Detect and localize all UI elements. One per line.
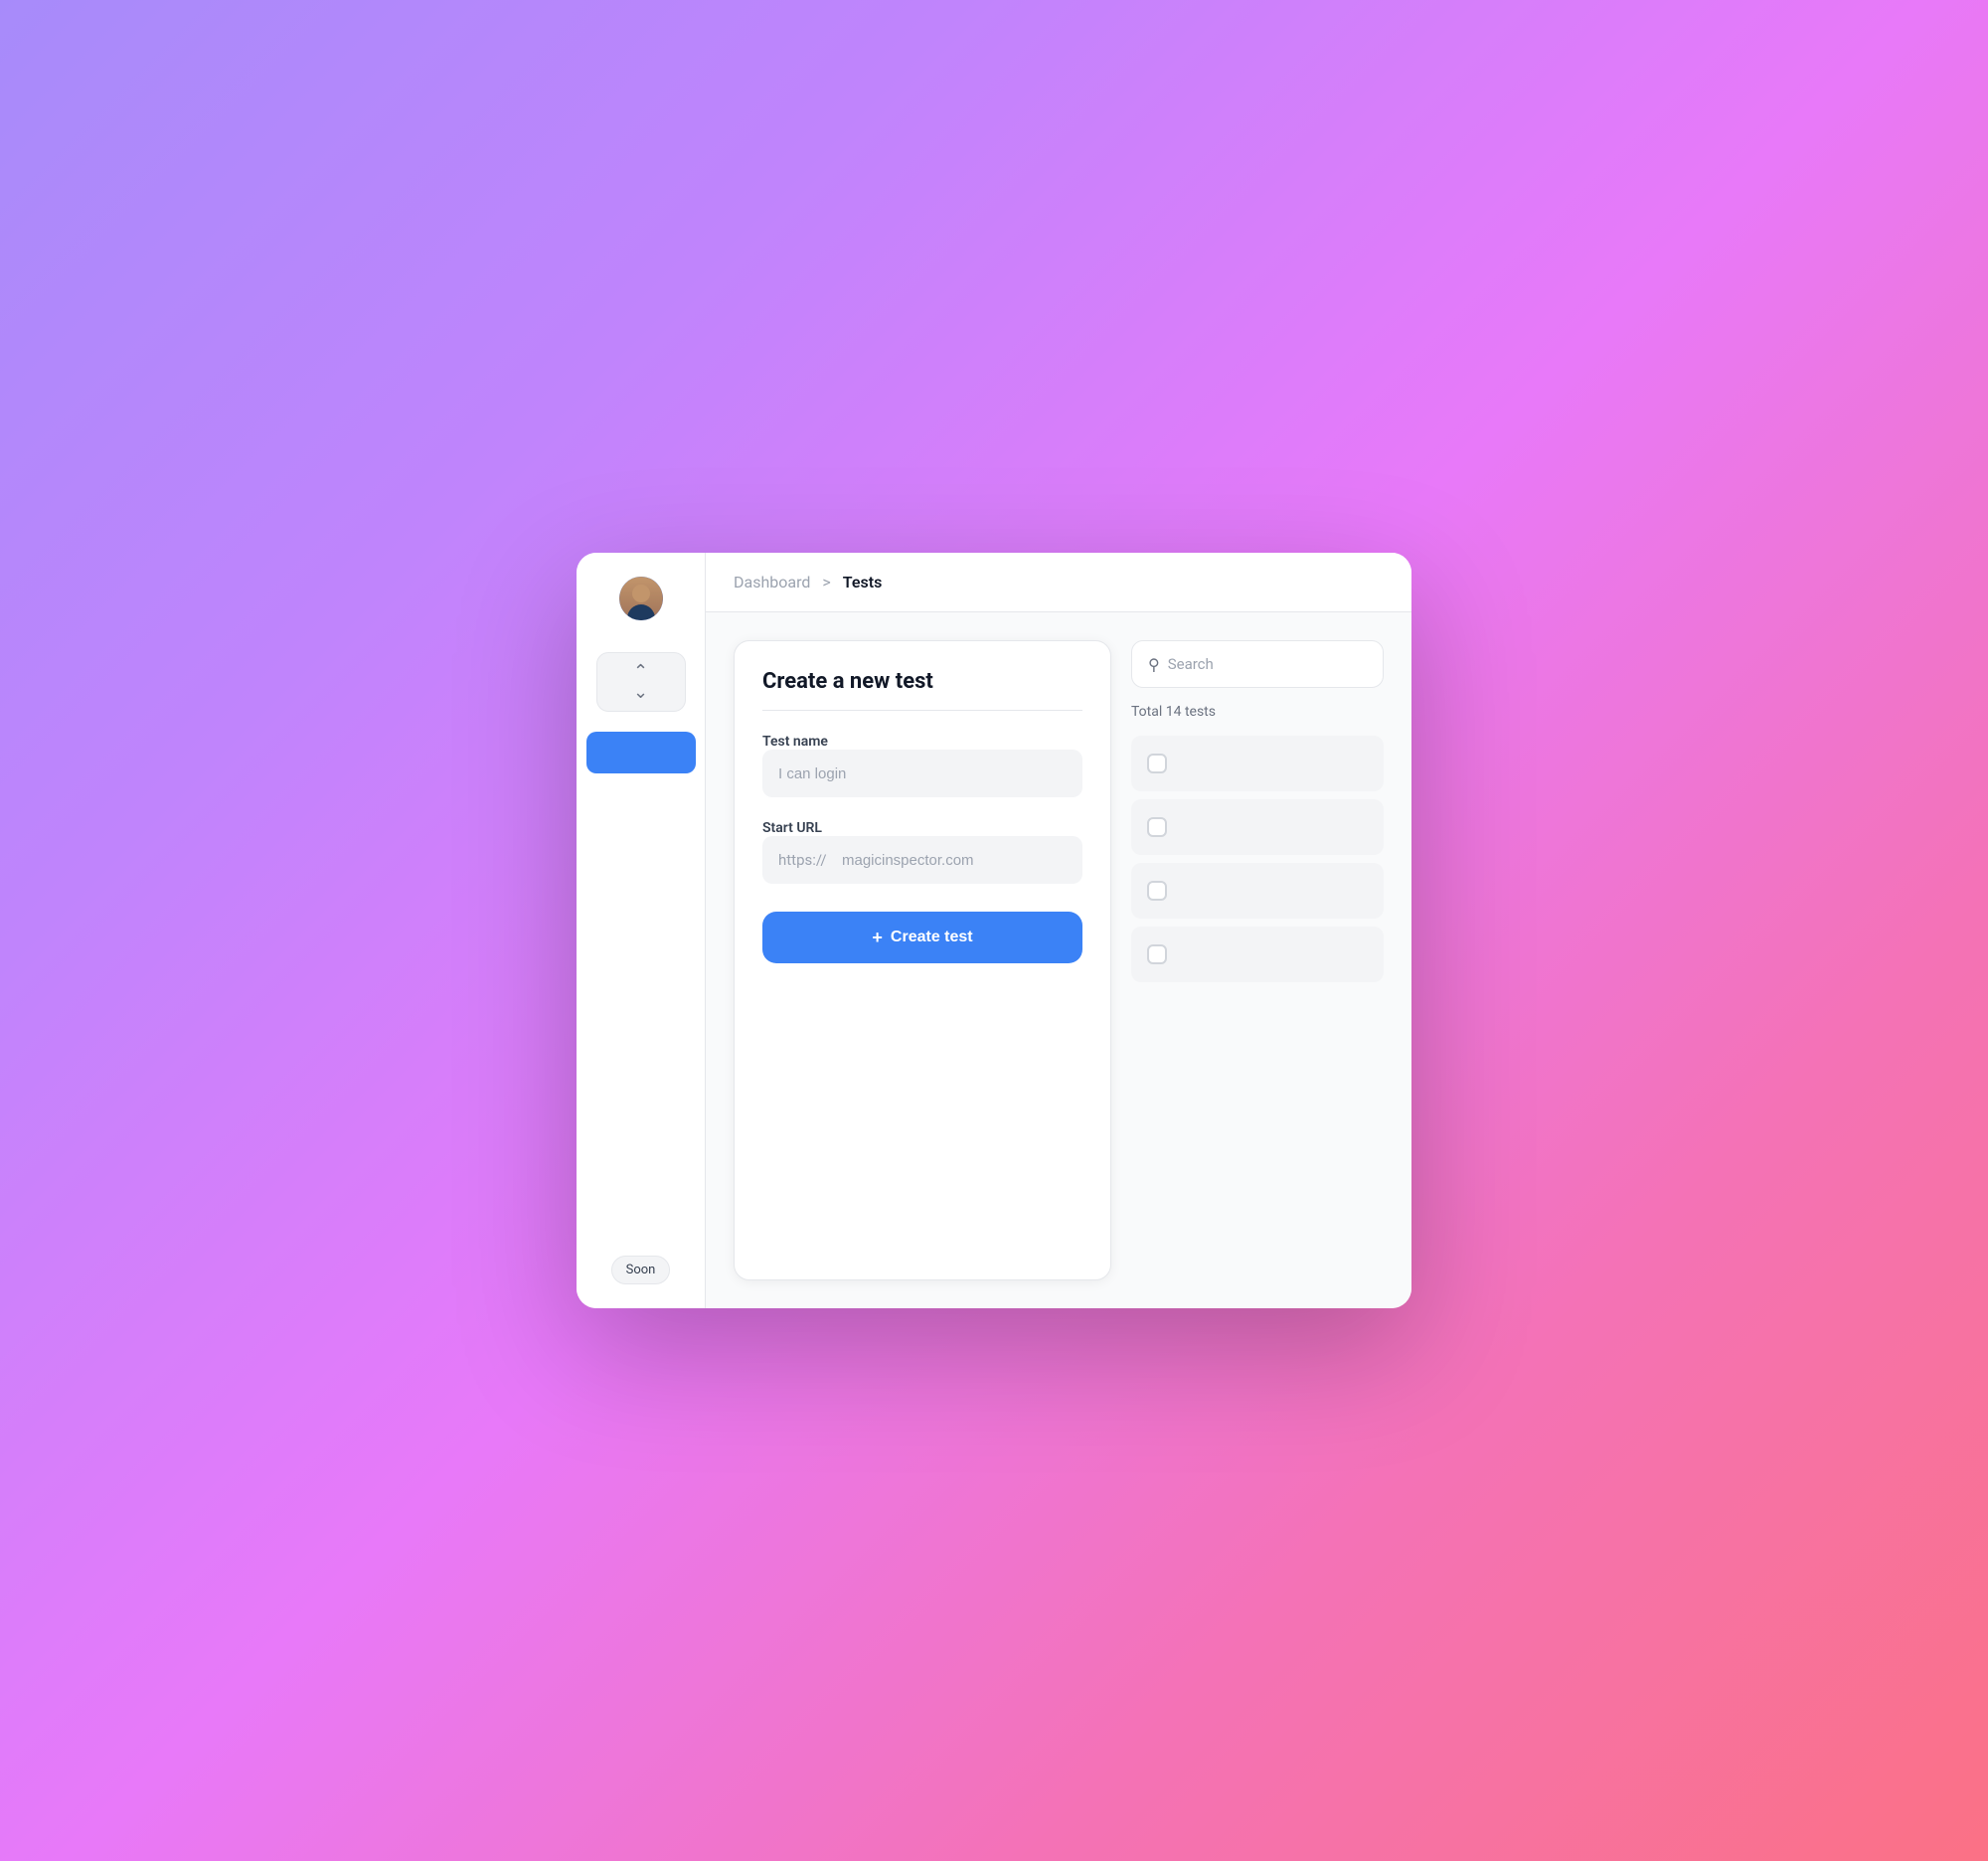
app-window: ⌃⌄ Soon Dashboard > Tests Create a new t… [577, 553, 1411, 1308]
content-area: Create a new test Test name Start URL ht… [706, 612, 1411, 1308]
breadcrumb-dashboard[interactable]: Dashboard [734, 573, 810, 592]
search-placeholder: Search [1168, 655, 1214, 673]
test-name-input[interactable] [762, 750, 1082, 797]
total-count: Total 14 tests [1131, 700, 1384, 724]
breadcrumb-separator: > [822, 573, 830, 592]
right-panel: ⚲ Search Total 14 tests [1131, 640, 1384, 1280]
create-test-card: Create a new test Test name Start URL ht… [734, 640, 1111, 1280]
nav-selector[interactable]: ⌃⌄ [596, 652, 686, 712]
list-item[interactable] [1131, 736, 1384, 791]
checkbox[interactable] [1147, 944, 1167, 964]
list-item[interactable] [1131, 927, 1384, 982]
checkbox[interactable] [1147, 881, 1167, 901]
nav-active-item[interactable] [586, 732, 696, 773]
url-input-wrapper: https:// [762, 836, 1082, 884]
chevron-updown-icon: ⌃⌄ [633, 661, 648, 703]
search-icon: ⚲ [1148, 655, 1160, 674]
start-url-label: Start URL [762, 820, 822, 836]
checkbox[interactable] [1147, 754, 1167, 773]
header: Dashboard > Tests [706, 553, 1411, 612]
create-test-button[interactable]: + Create test [762, 912, 1082, 963]
test-list [1131, 736, 1384, 982]
avatar[interactable] [619, 577, 663, 620]
soon-badge: Soon [611, 1256, 671, 1284]
checkbox[interactable] [1147, 817, 1167, 837]
search-bar[interactable]: ⚲ Search [1131, 640, 1384, 688]
test-name-label: Test name [762, 734, 828, 750]
sidebar: ⌃⌄ Soon [577, 553, 706, 1308]
url-prefix: https:// [778, 851, 827, 869]
main-content: Dashboard > Tests Create a new test Test… [706, 553, 1411, 1308]
card-title: Create a new test [762, 669, 1082, 711]
list-item[interactable] [1131, 799, 1384, 855]
list-item[interactable] [1131, 863, 1384, 919]
plus-icon: + [872, 928, 883, 948]
breadcrumb-current: Tests [843, 573, 883, 592]
create-button-label: Create test [891, 929, 973, 946]
